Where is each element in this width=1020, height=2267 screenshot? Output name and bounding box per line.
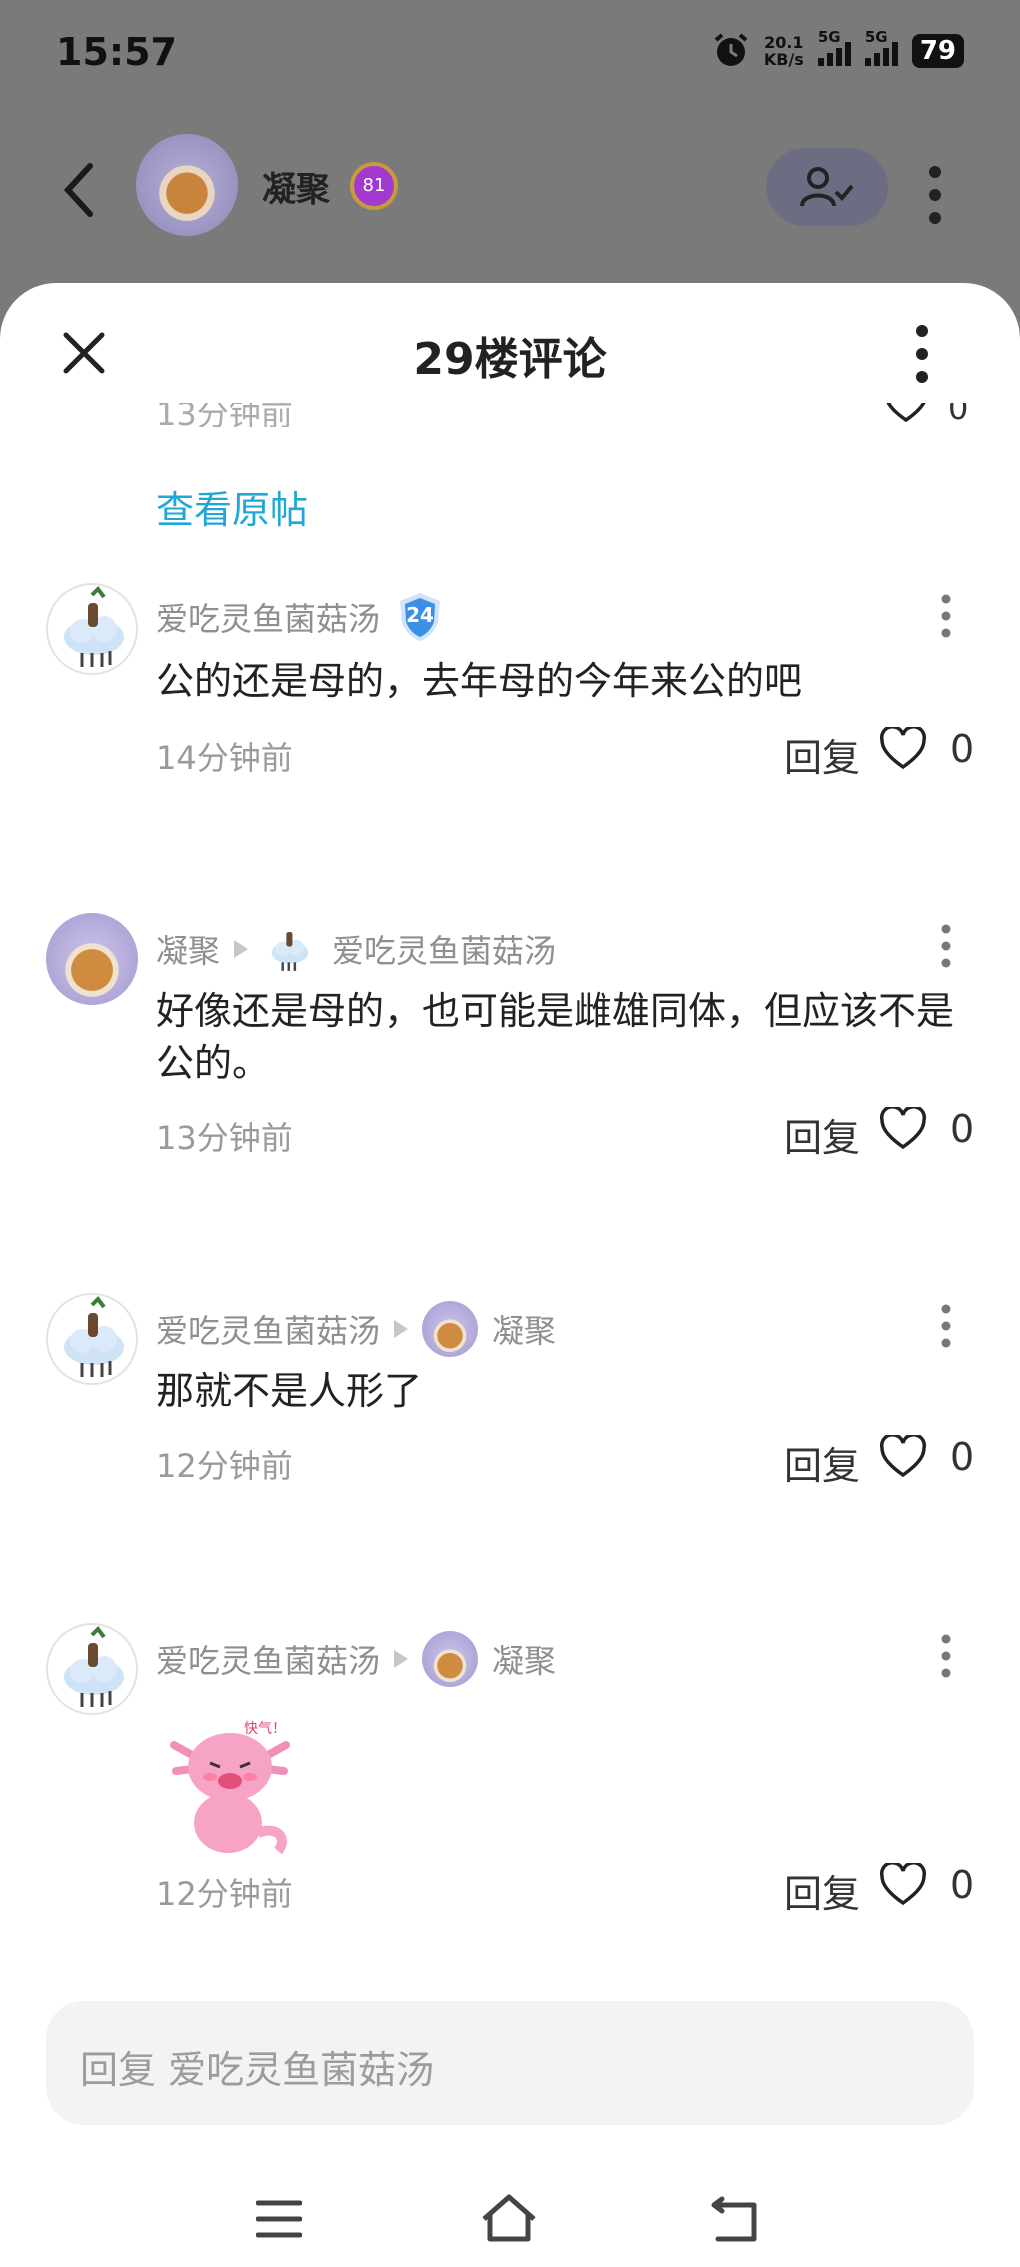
reply-to-avatar[interactable] [262,921,319,977]
author-name[interactable]: 爱吃灵鱼菌菇汤 [156,1636,380,1682]
reply-button[interactable]: 回复 [784,1863,860,1918]
comment-text: 好像还是母的，也可能是雌雄同体，但应该不是公的。 [156,989,955,1085]
comment-meta: 爱吃灵鱼菌菇汤 24 [156,591,446,643]
comment-time: 13分钟前 [156,1119,293,1157]
author-avatar[interactable] [46,583,138,675]
status-bar: 15:57 20.1 KB/s 5G 5G 79 [0,0,1020,110]
heart-icon[interactable] [880,1107,926,1151]
comment-meta: 凝聚 爱吃灵鱼菌菇汤 [156,921,556,977]
system-nav-bar [0,2173,1020,2267]
like-count: 0 [950,1107,975,1151]
back-icon[interactable] [710,2195,762,2243]
author-name[interactable]: 爱吃灵鱼菌菇汤 [156,594,380,640]
comment-time: 14分钟前 [156,739,293,777]
net-speed-value: 20.1 [764,33,804,52]
reply-to-name[interactable]: 凝聚 [492,1306,556,1352]
comment-more-icon[interactable] [933,1301,959,1351]
more-vertical-icon[interactable] [920,160,950,230]
comment-text: 那就不是人形了 [156,1369,423,1413]
reply-to-name[interactable]: 凝聚 [492,1636,556,1682]
menu-icon[interactable] [256,2199,302,2239]
author-name[interactable]: 爱吃灵鱼菌菇汤 [156,1306,380,1352]
author-avatar[interactable] [46,913,138,1005]
comment-meta: 爱吃灵鱼菌菇汤 凝聚 [156,1631,556,1687]
comment-time: 12分钟前 [156,1447,293,1485]
comment-time: 12分钟前 [156,1875,293,1913]
reply-input-placeholder: 回复 爱吃灵鱼菌菇汤 [80,2048,435,2092]
partial-time: 13分钟前 [156,403,293,427]
signal-2-label: 5G [864,28,888,46]
reply-input[interactable]: 回复 爱吃灵鱼菌菇汤 [46,2001,974,2125]
reply-arrow-icon [394,1650,409,1668]
sheep-avatar-icon [64,1295,124,1377]
like-count: 0 [950,1435,975,1479]
like-count: 0 [950,727,975,771]
comment-more-icon[interactable] [933,591,959,641]
reply-arrow-icon [394,1320,409,1338]
signal-1-label: 5G [817,28,841,46]
home-icon[interactable] [480,2193,538,2243]
comment-meta: 爱吃灵鱼菌菇汤 凝聚 [156,1301,556,1357]
battery-indicator: 79 [911,34,964,68]
net-speed: 20.1 KB/s [764,34,804,68]
reply-to-avatar[interactable] [422,1631,479,1687]
partial-comment-row: 13分钟前 0 [0,403,1020,427]
author-avatar[interactable] [46,1623,138,1715]
back-arrow-icon[interactable] [60,160,100,220]
status-time: 15:57 [56,30,177,74]
like-count: 0 [950,1863,975,1907]
heart-icon[interactable] [884,403,928,423]
heart-icon[interactable] [880,727,926,771]
reply-button[interactable]: 回复 [784,1107,860,1162]
follow-button[interactable] [766,148,888,226]
net-speed-unit: KB/s [763,50,804,69]
sheet-title: 29楼评论 [413,334,607,385]
sheep-avatar-icon [271,931,309,971]
signal-2-icon: 5G [864,28,898,66]
heart-icon[interactable] [880,1435,926,1479]
user-avatar[interactable] [136,134,238,236]
user-name[interactable]: 凝聚 [262,162,330,211]
sticker-text: 快气！ [244,1721,286,1737]
signal-1-icon: 5G [817,28,851,66]
comment-text: 公的还是母的，去年母的今年来公的吧 [156,659,803,703]
comment-more-icon[interactable] [933,921,959,971]
reply-to-avatar[interactable] [422,1301,479,1357]
badge-level: 24 [406,603,434,627]
sheep-avatar-icon [64,585,124,667]
reply-button[interactable]: 回复 [784,1435,860,1490]
reply-arrow-icon [234,940,249,958]
partial-like-count: 0 [948,403,969,427]
user-check-icon [800,167,854,207]
reply-button[interactable]: 回复 [784,727,860,782]
heart-icon[interactable] [880,1863,926,1907]
status-icons: 20.1 KB/s 5G 5G 79 [712,28,964,70]
sheet-more-icon[interactable] [907,321,937,387]
author-name[interactable]: 凝聚 [156,926,220,972]
alarm-icon [714,33,748,66]
comment-sheet: 29楼评论 13分钟前 0 查看原帖 爱吃灵鱼菌菇汤 24 公的还是母的，去年母… [0,283,1020,2267]
axolotl-sticker-icon[interactable]: 快气！ [166,1715,296,1855]
author-avatar[interactable] [46,1293,138,1385]
view-original-link[interactable]: 查看原帖 [156,479,308,534]
background-header: 凝聚 81 [0,110,1020,280]
sheep-avatar-icon [64,1625,124,1707]
reply-to-name[interactable]: 爱吃灵鱼菌菇汤 [332,926,556,972]
shield-badge-icon: 24 [394,591,446,643]
level-badge: 81 [350,162,398,210]
comment-more-icon[interactable] [933,1631,959,1681]
